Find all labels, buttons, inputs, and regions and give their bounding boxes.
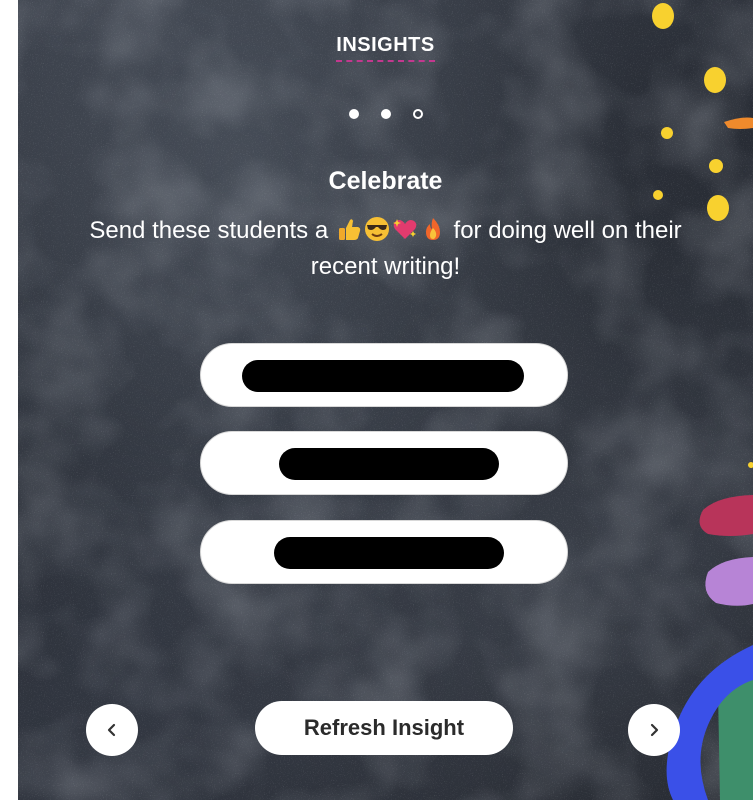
insights-title: INSIGHTS	[336, 34, 435, 62]
student-button-2[interactable]	[200, 431, 568, 495]
student-button-3[interactable]	[200, 520, 568, 584]
refresh-insight-button[interactable]: Refresh Insight	[255, 701, 513, 755]
insights-screen: INSIGHTS Celebrate Send these students a	[0, 0, 753, 800]
cool-face-emoji	[364, 217, 389, 241]
insight-message: Send these students a for doing well on …	[78, 213, 693, 285]
redacted-student-name	[279, 448, 499, 480]
previous-insight-button[interactable]	[86, 704, 138, 756]
redacted-student-name	[242, 360, 524, 392]
redacted-student-name	[274, 537, 504, 569]
sparkling-heart-emoji	[392, 219, 417, 239]
next-insight-button[interactable]	[628, 704, 680, 756]
message-text-start: Send these students a	[89, 217, 335, 244]
chevron-right-icon	[650, 723, 659, 737]
chevron-left-icon	[107, 723, 116, 737]
step-indicator	[18, 109, 753, 119]
page-title: INSIGHTS	[18, 34, 753, 62]
insight-heading: Celebrate	[328, 167, 443, 195]
step-dot-1[interactable]	[348, 109, 359, 119]
fire-emoji	[425, 218, 440, 240]
thumbs-up-emoji	[338, 219, 361, 240]
step-dot-3-current[interactable]	[412, 109, 423, 119]
step-dot-2[interactable]	[380, 109, 391, 119]
student-button-1[interactable]	[200, 343, 568, 407]
insights-card: INSIGHTS Celebrate Send these students a	[18, 0, 753, 800]
